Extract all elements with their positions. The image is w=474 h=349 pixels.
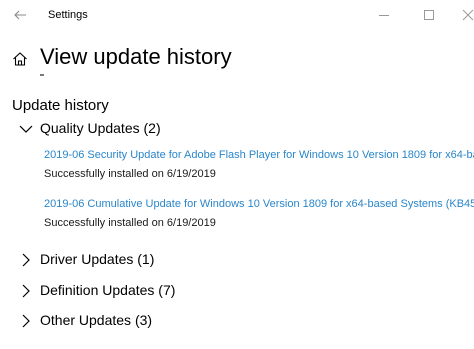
group-label: Quality Updates (2) <box>40 120 161 136</box>
group-driver-updates[interactable]: Driver Updates (1) <box>0 250 474 270</box>
scroll-indicator <box>40 74 44 76</box>
title-bar: Settings <box>0 0 474 31</box>
close-icon[interactable] <box>459 6 474 24</box>
chevron-right-icon <box>22 284 30 298</box>
section-title: Update history <box>12 97 109 114</box>
back-arrow-icon[interactable] <box>12 7 28 23</box>
group-definition-updates[interactable]: Definition Updates (7) <box>0 281 474 301</box>
update-status: Successfully installed on 6/19/2019 <box>44 217 216 229</box>
settings-window: Settings View update history Update hist… <box>0 0 474 349</box>
home-icon[interactable] <box>12 51 28 67</box>
group-quality-updates[interactable]: Quality Updates (2) <box>0 119 474 139</box>
window-title: Settings <box>48 9 88 21</box>
maximize-icon[interactable] <box>420 6 438 24</box>
minimize-icon[interactable] <box>375 6 393 24</box>
group-label: Driver Updates (1) <box>40 251 155 267</box>
chevron-right-icon <box>22 253 30 267</box>
chevron-down-icon <box>19 125 33 133</box>
update-link[interactable]: 2019-06 Security Update for Adobe Flash … <box>44 149 474 161</box>
page-title: View update history <box>40 44 232 69</box>
group-other-updates[interactable]: Other Updates (3) <box>0 311 474 331</box>
group-label: Other Updates (3) <box>40 312 153 328</box>
update-status: Successfully installed on 6/19/2019 <box>44 168 216 180</box>
group-label: Definition Updates (7) <box>40 282 176 298</box>
chevron-right-icon <box>22 314 30 328</box>
update-link[interactable]: 2019-06 Cumulative Update for Windows 10… <box>44 198 474 210</box>
